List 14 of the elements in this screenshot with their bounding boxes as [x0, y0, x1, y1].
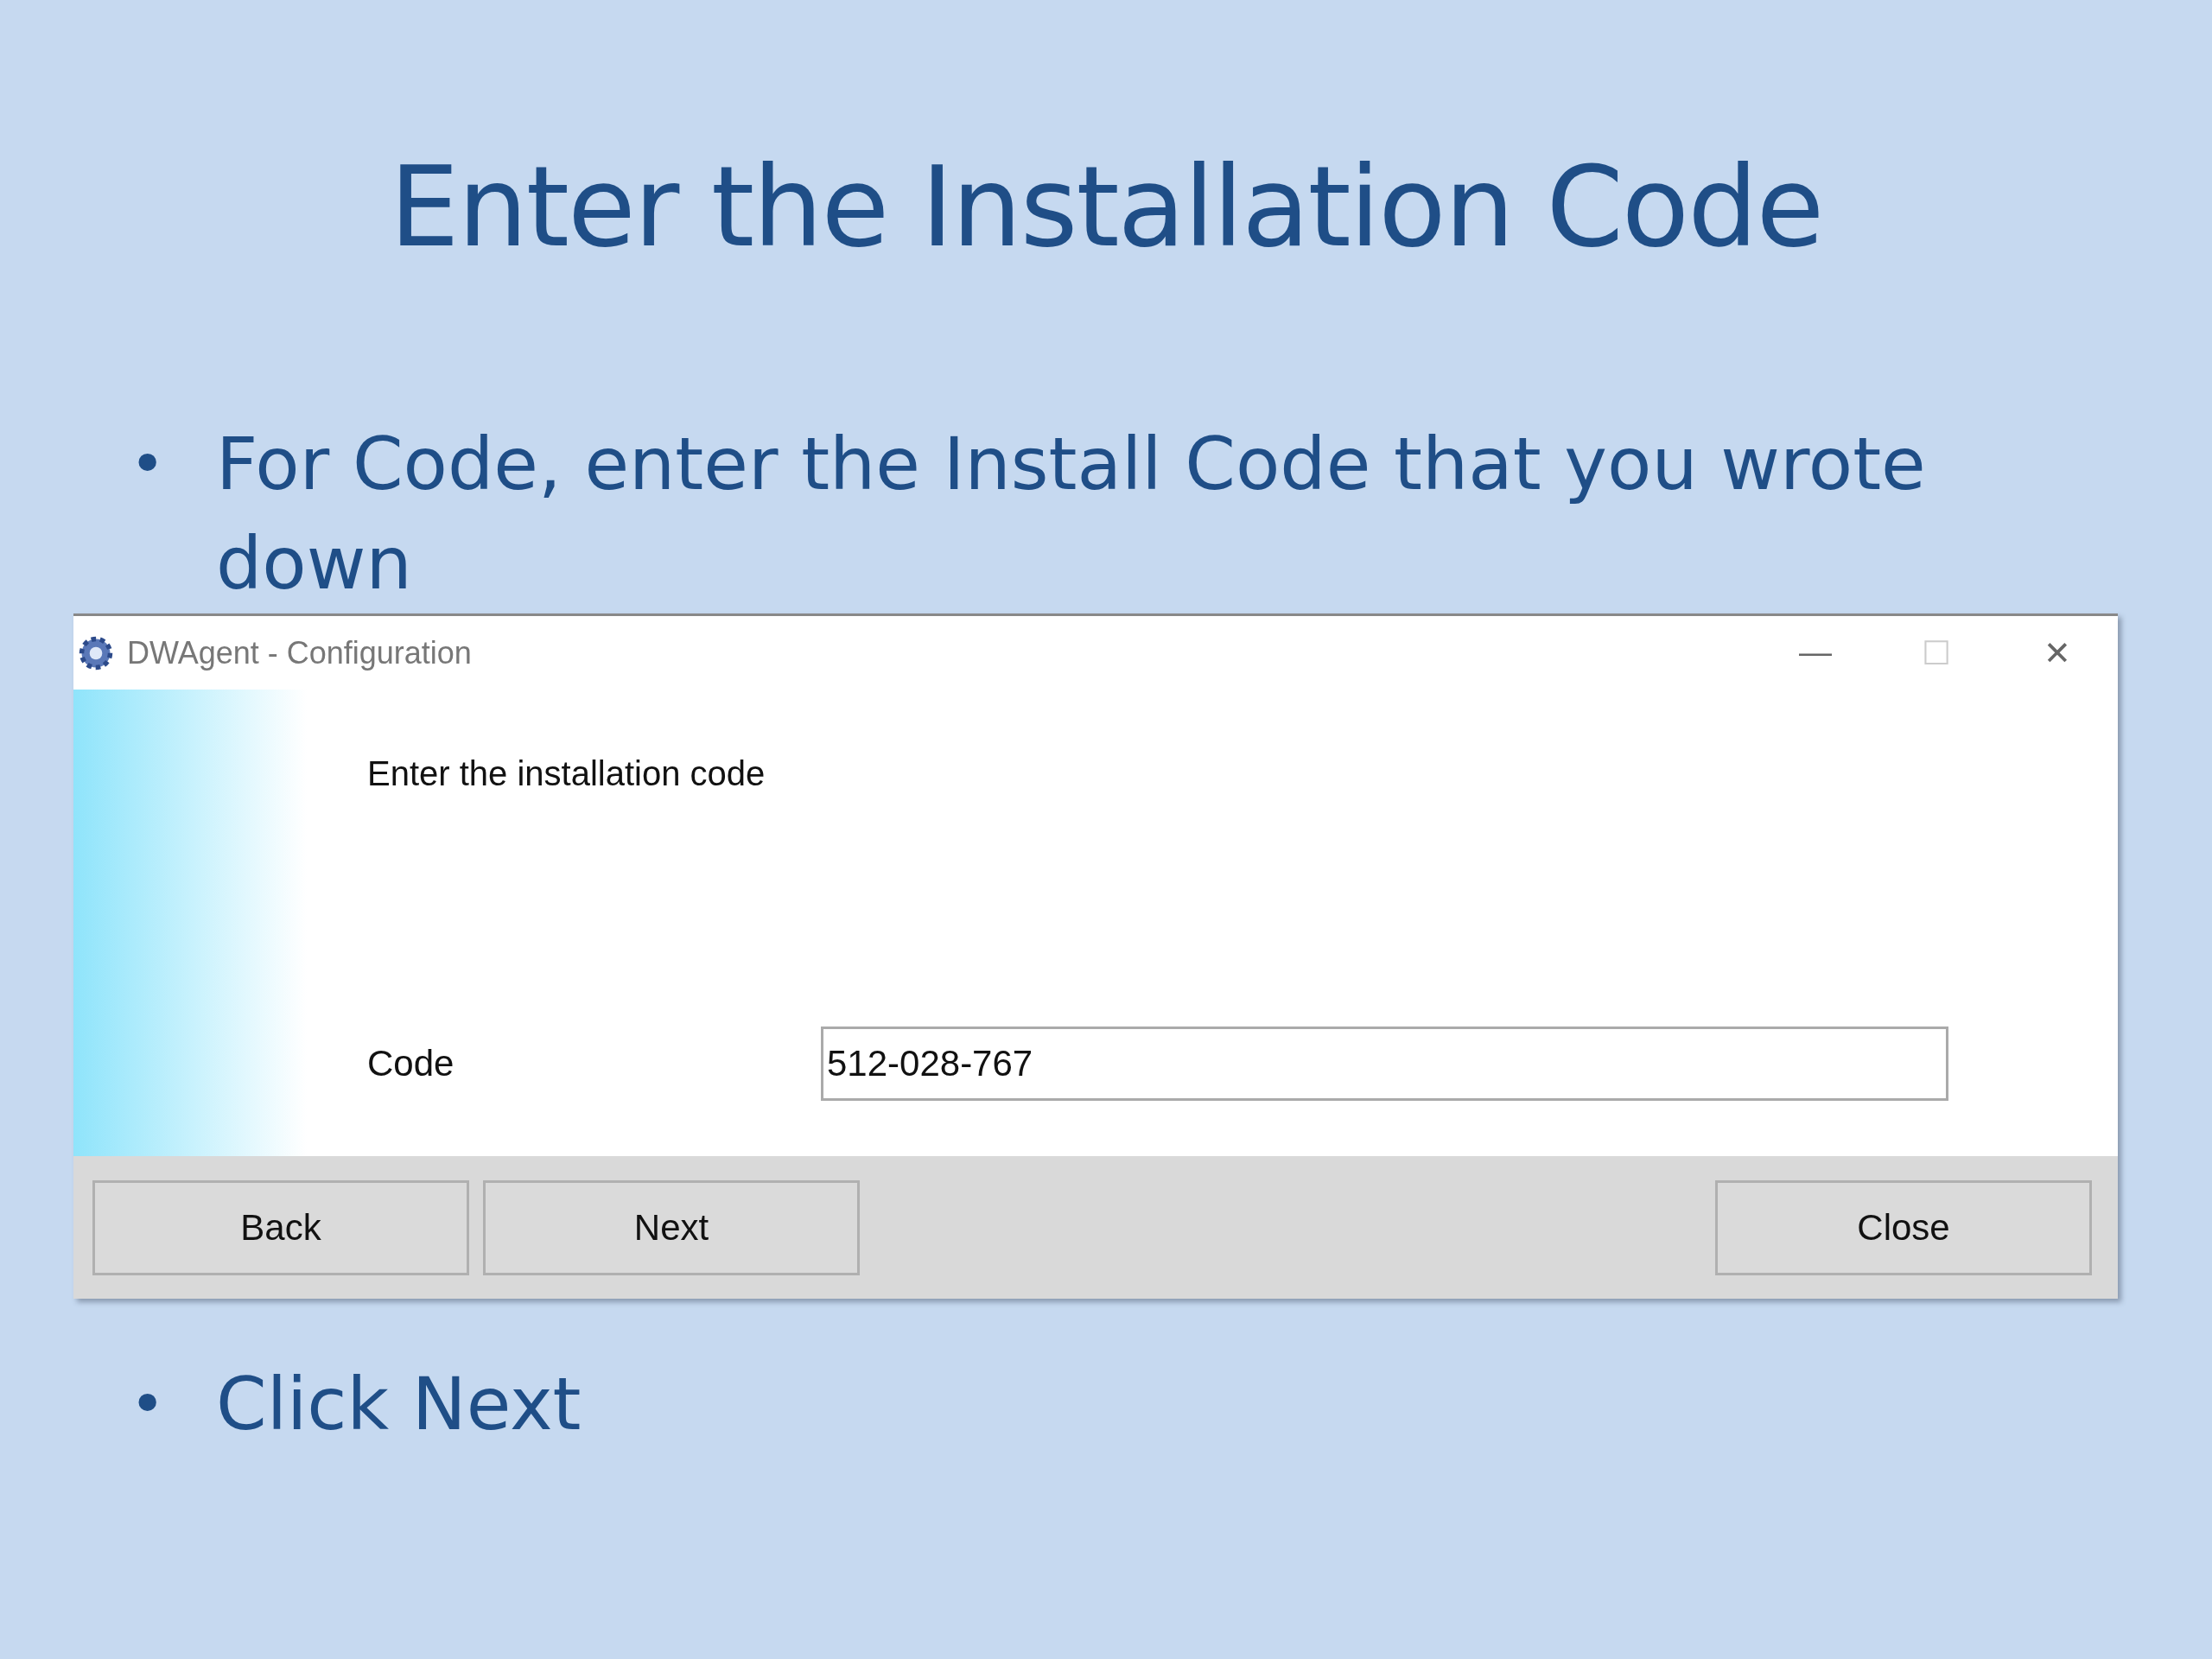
dialog-button[interactable]: Close	[1715, 1179, 2092, 1275]
dialog-button[interactable]: Next	[483, 1179, 860, 1275]
bullet-marker: •	[130, 428, 167, 501]
bullet-text: For Code, enter the Install Code that you wrote down	[216, 421, 1927, 607]
bullet-marker: •	[130, 1368, 167, 1441]
heading: Enter the installation code	[367, 754, 766, 793]
close-button[interactable]: ✕	[1997, 626, 2118, 679]
field-label: Code	[367, 1043, 455, 1084]
window-title: DWAgent - Configuration	[127, 634, 472, 671]
bullet-text: Click Next	[216, 1361, 582, 1448]
dialog-button[interactable]: Back	[92, 1179, 469, 1275]
slide-title: Enter the Installation Code	[388, 142, 1824, 273]
code-field[interactable]: 512-028-767	[821, 1027, 1948, 1101]
minimize-button[interactable]: —	[1755, 626, 1876, 679]
